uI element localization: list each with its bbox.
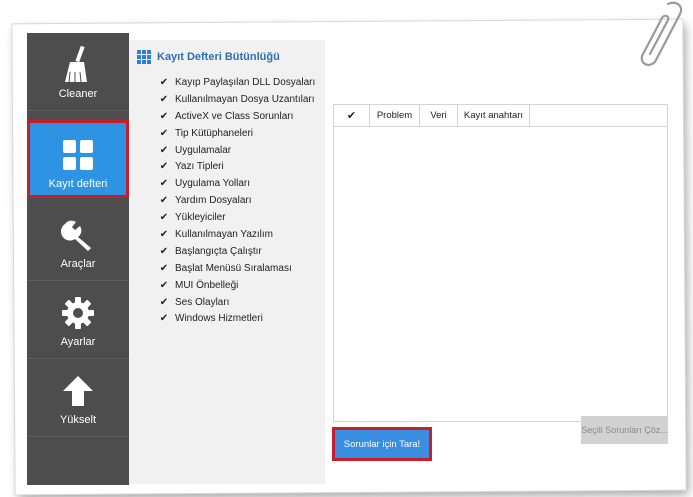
registry-options-panel: Kayıt Defteri Bütünlüğü ✔ Kayıp Paylaşıla… <box>129 40 325 484</box>
registry-grid-icon <box>137 50 151 64</box>
sidebar-item-registry[interactable]: Kayıt defteri <box>27 120 129 198</box>
sidebar-item-settings[interactable]: Ayarlar <box>27 281 129 359</box>
option-item[interactable]: ✔ Kullanılmayan Dosya Uzantıları <box>159 91 315 108</box>
sidebar-item-label: Yükselt <box>59 414 97 426</box>
checkbox[interactable]: ✔ <box>159 128 169 139</box>
column-header-problem[interactable]: Problem <box>370 105 420 126</box>
table-header: ✔ Problem Veri Kayıt anahtarı <box>334 105 667 127</box>
checkbox[interactable]: ✔ <box>159 195 169 206</box>
sidebar: Cleaner Kayıt defteri Araçlar Ayarlar Yü… <box>27 33 129 485</box>
option-item[interactable]: ✔ Ses Olayları <box>159 294 315 311</box>
checkbox[interactable]: ✔ <box>159 280 169 291</box>
option-item[interactable]: ✔ Windows Hizmetleri <box>159 310 315 327</box>
option-item[interactable]: ✔ Uygulamalar <box>159 142 315 159</box>
checkbox[interactable]: ✔ <box>159 263 169 274</box>
option-item[interactable]: ✔ Yardım Dosyaları <box>159 192 315 209</box>
option-item[interactable]: ✔ MUI Önbelleği <box>159 277 315 294</box>
sidebar-item-cleaner[interactable]: Cleaner <box>27 33 129 111</box>
checkbox[interactable]: ✔ <box>159 246 169 257</box>
option-item[interactable]: ✔ Kullanılmayan Yazılım <box>159 226 315 243</box>
checkbox[interactable]: ✔ <box>159 145 169 156</box>
option-item[interactable]: ✔ ActiveX ve Class Sorunları <box>159 108 315 125</box>
checkbox[interactable]: ✔ <box>159 178 169 189</box>
checkbox[interactable]: ✔ <box>159 229 169 240</box>
wrench-icon <box>27 217 129 253</box>
paperclip-icon <box>640 1 683 66</box>
checkbox[interactable]: ✔ <box>159 212 169 223</box>
options-list: ✔ Kayıp Paylaşılan DLL Dosyaları ✔ Kullanı… <box>159 74 315 327</box>
options-title: Kayıt Defteri Bütünlüğü <box>157 51 280 63</box>
scan-issues-button[interactable]: Sorunlar için Tara! <box>332 427 432 461</box>
column-header-registry-key[interactable]: Kayıt anahtarı <box>458 105 530 126</box>
option-item[interactable]: ✔ Yükleyiciler <box>159 209 315 226</box>
arrow-up-icon <box>27 373 129 409</box>
sidebar-item-tools[interactable]: Araçlar <box>27 203 129 281</box>
sidebar-item-label: Araçlar <box>60 258 96 270</box>
grid-icon <box>30 137 126 173</box>
sidebar-item-label: Kayıt defteri <box>48 178 108 190</box>
option-item[interactable]: ✔ Kayıp Paylaşılan DLL Dosyaları <box>159 74 315 91</box>
checkbox[interactable]: ✔ <box>159 77 169 88</box>
option-item[interactable]: ✔ Yazı Tipleri <box>159 158 315 175</box>
select-all-checkbox[interactable]: ✔ <box>334 105 370 126</box>
option-item[interactable]: ✔ Tip Kütüphaneleri <box>159 125 315 142</box>
checkbox[interactable]: ✔ <box>159 94 169 105</box>
sidebar-item-label: Cleaner <box>58 88 98 100</box>
option-item[interactable]: ✔ Uygulama Yolları <box>159 175 315 192</box>
gear-icon <box>27 295 129 331</box>
options-header: Kayıt Defteri Bütünlüğü <box>137 50 280 64</box>
checkbox[interactable]: ✔ <box>159 313 169 324</box>
broom-icon <box>27 46 129 83</box>
column-header-data[interactable]: Veri <box>420 105 458 126</box>
checkbox[interactable]: ✔ <box>159 161 169 172</box>
checkbox[interactable]: ✔ <box>159 111 169 122</box>
results-table: ✔ Problem Veri Kayıt anahtarı <box>333 104 668 422</box>
sidebar-item-upgrade[interactable]: Yükselt <box>27 359 129 437</box>
sidebar-item-label: Ayarlar <box>60 336 96 348</box>
option-item[interactable]: ✔ Başlangıçta Çalıştır <box>159 243 315 260</box>
checkbox[interactable]: ✔ <box>159 297 169 308</box>
fix-selected-issues-button[interactable]: Seçili Sorunları Çöz... <box>581 416 668 444</box>
option-item[interactable]: ✔ Başlat Menüsü Sıralaması <box>159 260 315 277</box>
